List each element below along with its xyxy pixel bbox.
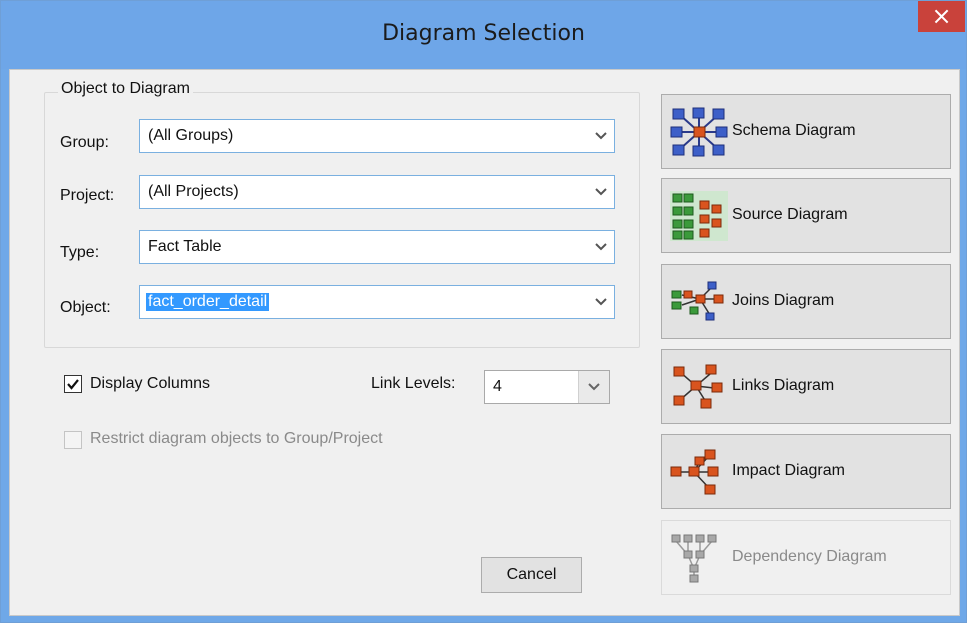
chevron-down-icon xyxy=(595,188,607,196)
project-select[interactable]: (All Projects) xyxy=(139,175,615,209)
object-value[interactable]: fact_order_detail xyxy=(146,293,270,311)
checkmark-icon xyxy=(67,379,79,390)
dependency-diagram-label: Dependency Diagram xyxy=(732,548,887,565)
group-label: Group: xyxy=(60,134,109,151)
links-diagram-label: Links Diagram xyxy=(732,377,835,394)
restrict-checkbox[interactable] xyxy=(64,431,82,449)
source-diagram-label: Source Diagram xyxy=(732,206,848,223)
type-label: Type: xyxy=(60,244,100,261)
chevron-down-icon xyxy=(595,132,607,140)
dialog-title: Diagram Selection xyxy=(382,21,585,46)
project-label: Project: xyxy=(60,187,115,204)
chevron-down-icon xyxy=(588,383,600,391)
group-select[interactable]: (All Groups) xyxy=(139,119,615,153)
object-select[interactable]: fact_order_detail xyxy=(139,285,615,319)
type-value: Fact Table xyxy=(148,238,222,255)
group-value: (All Groups) xyxy=(148,127,234,144)
impact-diagram-icon xyxy=(670,449,719,495)
link-levels-value: 4 xyxy=(493,378,502,395)
dependency-diagram-icon xyxy=(671,534,717,583)
display-columns-checkbox[interactable] xyxy=(64,375,82,393)
joins-diagram-button[interactable]: Joins Diagram xyxy=(661,264,951,339)
joins-diagram-icon xyxy=(671,281,724,321)
schema-diagram-button[interactable]: Schema Diagram xyxy=(661,94,951,169)
dependency-diagram-button[interactable]: Dependency Diagram xyxy=(661,520,951,595)
source-diagram-icon xyxy=(670,191,728,241)
dialog-body: Object to Diagram Group: (All Groups) Pr… xyxy=(9,69,960,616)
group-legend: Object to Diagram xyxy=(58,80,193,98)
display-columns-label[interactable]: Display Columns xyxy=(90,375,210,393)
link-levels-dropdown-button[interactable] xyxy=(578,371,609,403)
source-diagram-button[interactable]: Source Diagram xyxy=(661,178,951,253)
impact-diagram-label: Impact Diagram xyxy=(732,462,845,479)
title-bar: Diagram Selection × xyxy=(1,1,966,69)
schema-diagram-icon xyxy=(670,107,728,157)
link-levels-label: Link Levels: xyxy=(371,375,456,392)
object-label: Object: xyxy=(60,299,111,316)
project-value: (All Projects) xyxy=(148,183,239,200)
schema-diagram-label: Schema Diagram xyxy=(732,122,856,139)
links-diagram-icon xyxy=(673,364,723,409)
links-diagram-button[interactable]: Links Diagram xyxy=(661,349,951,424)
joins-diagram-label: Joins Diagram xyxy=(732,292,835,309)
impact-diagram-button[interactable]: Impact Diagram xyxy=(661,434,951,509)
dialog-window: Diagram Selection × Object to Diagram Gr… xyxy=(0,0,967,623)
restrict-label: Restrict diagram objects to Group/Projec… xyxy=(90,430,383,447)
chevron-down-icon xyxy=(595,298,607,306)
cancel-button[interactable]: Cancel xyxy=(481,557,582,593)
close-icon: × xyxy=(931,2,952,30)
close-button[interactable]: × xyxy=(918,1,965,32)
link-levels-select[interactable]: 4 xyxy=(484,370,610,404)
type-select[interactable]: Fact Table xyxy=(139,230,615,264)
chevron-down-icon xyxy=(595,243,607,251)
